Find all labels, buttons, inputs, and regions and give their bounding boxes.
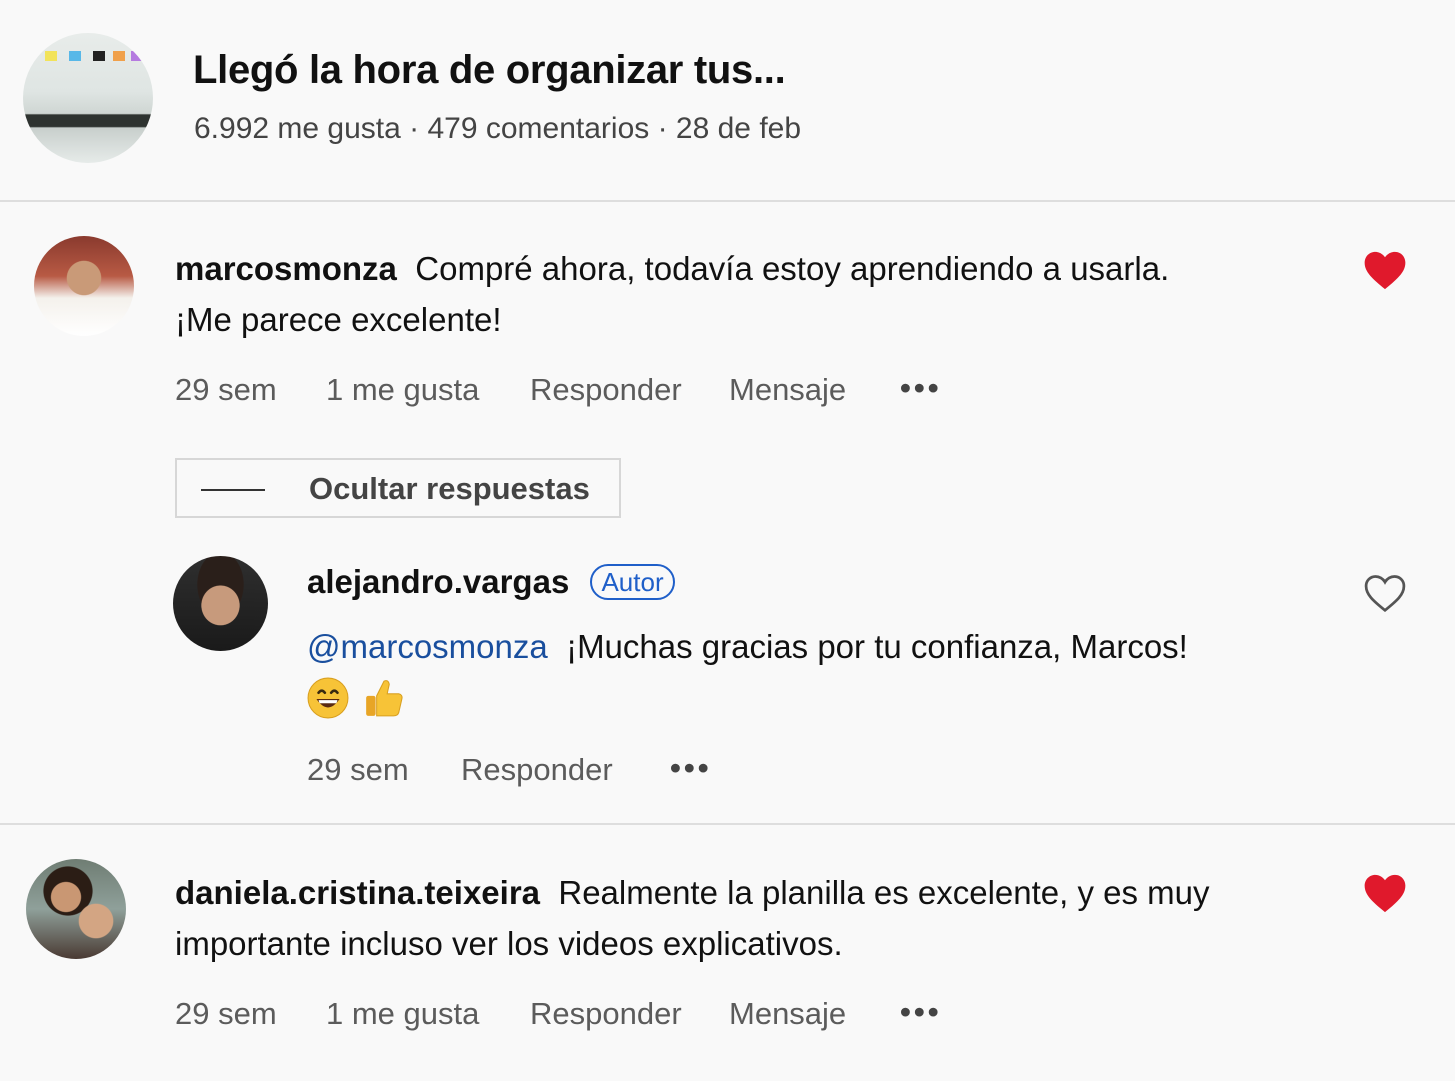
- heart-filled-icon[interactable]: [1363, 250, 1407, 290]
- reply-emojis: [307, 677, 415, 723]
- hide-replies-label: Ocultar respuestas: [309, 471, 590, 506]
- comment-username[interactable]: daniela.cristina.teixeira: [175, 874, 540, 911]
- post-meta: 6.992 me gusta · 479 comentarios · 28 de…: [194, 112, 802, 145]
- more-options-icon[interactable]: •••: [670, 750, 712, 786]
- thumbnail-detail: [45, 51, 57, 61]
- message-button[interactable]: Mensaje: [729, 996, 846, 1032]
- reply-body: @marcosmonza ¡Muchas gracias por tu conf…: [307, 621, 1357, 672]
- comment-body: marcosmonza Compré ahora, todavía estoy …: [175, 243, 1325, 345]
- comment-divider: [0, 823, 1455, 825]
- thumbnail-detail: [93, 51, 105, 61]
- heart-outline-icon[interactable]: [1363, 573, 1407, 613]
- comment-time: 29 sem: [175, 372, 277, 407]
- more-options-icon[interactable]: •••: [900, 994, 942, 1030]
- header-divider: [0, 200, 1455, 202]
- reply-text: ¡Muchas gracias por tu confianza, Marcos…: [566, 628, 1188, 665]
- mention-link[interactable]: @marcosmonza: [307, 628, 548, 665]
- comment-body: daniela.cristina.teixeira Realmente la p…: [175, 867, 1325, 969]
- reply-time: 29 sem: [307, 752, 409, 787]
- thumbs-up-emoji: [366, 680, 404, 717]
- reply-button[interactable]: Responder: [530, 372, 682, 408]
- thumbnail-detail: [69, 51, 81, 61]
- reply-header: alejandro.vargas Autor: [307, 563, 675, 602]
- divider-line: [201, 489, 265, 491]
- hide-replies-button[interactable]: Ocultar respuestas: [175, 458, 621, 518]
- thumbnail-detail: [113, 51, 125, 61]
- heart-filled-icon[interactable]: [1363, 873, 1407, 913]
- comment-time: 29 sem: [175, 996, 277, 1031]
- avatar[interactable]: [34, 236, 134, 336]
- message-button[interactable]: Mensaje: [729, 372, 846, 408]
- comment-text: ¡Me parece excelente!: [175, 301, 502, 338]
- author-badge: Autor: [590, 564, 675, 600]
- comment-likes-count[interactable]: 1 me gusta: [326, 372, 479, 408]
- reply-button[interactable]: Responder: [530, 996, 682, 1032]
- comment-text: importante incluso ver los videos explic…: [175, 925, 843, 962]
- comment-text: Realmente la planilla es excelente, y es…: [558, 874, 1210, 911]
- reply-actions: 29 sem Responder •••: [0, 750, 800, 792]
- grinning-face-emoji: [307, 677, 349, 719]
- comment-actions: 29 sem 1 me gusta Responder Mensaje •••: [0, 994, 1000, 1036]
- comment-likes-count[interactable]: 1 me gusta: [326, 996, 479, 1032]
- reply-button[interactable]: Responder: [461, 752, 613, 788]
- comment-username[interactable]: marcosmonza: [175, 250, 397, 287]
- more-options-icon[interactable]: •••: [900, 370, 942, 406]
- comment-actions: 29 sem 1 me gusta Responder Mensaje •••: [0, 370, 1000, 412]
- post-title[interactable]: Llegó la hora de organizar tus...: [193, 48, 786, 93]
- post-thumbnail[interactable]: [23, 33, 153, 163]
- avatar[interactable]: [173, 556, 268, 651]
- thumbnail-detail: [131, 51, 143, 61]
- reply-username[interactable]: alejandro.vargas: [307, 563, 569, 600]
- avatar[interactable]: [26, 859, 126, 959]
- comment-text: Compré ahora, todavía estoy aprendiendo …: [415, 250, 1170, 287]
